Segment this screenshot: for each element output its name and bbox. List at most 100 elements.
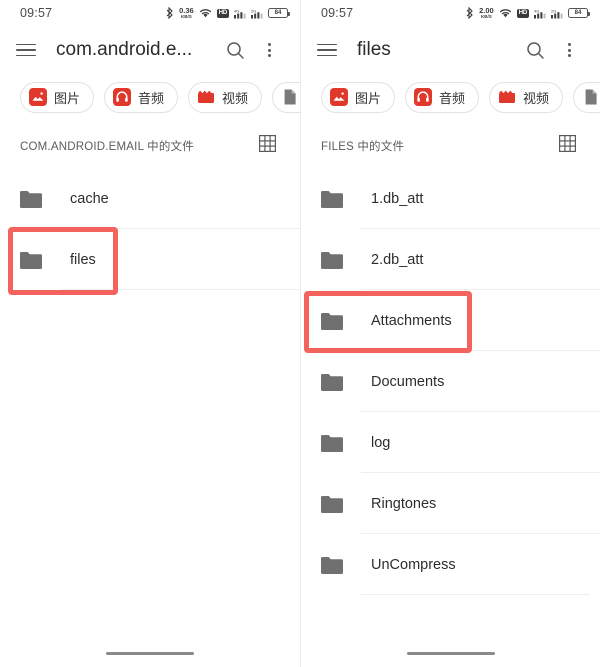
folder-icon xyxy=(321,373,343,391)
svg-text:2G: 2G xyxy=(251,8,256,13)
home-indicator xyxy=(106,651,194,655)
status-icons: 0.36 KB/S HD 4G 2G 84 xyxy=(166,7,290,19)
page-title: files xyxy=(357,39,391,60)
svg-text:4G: 4G xyxy=(234,8,239,13)
chip-video[interactable]: 视频 xyxy=(489,81,564,113)
folder-icon xyxy=(321,556,343,574)
network-speed-indicator: 0.36 KB/S xyxy=(179,7,194,19)
image-icon xyxy=(330,88,348,106)
overflow-menu-icon[interactable] xyxy=(252,33,286,67)
list-item[interactable]: UnCompress xyxy=(301,534,600,595)
list-item[interactable]: Ringtones xyxy=(301,473,600,534)
signal-bars-sim1-icon: 4G xyxy=(234,8,246,19)
list-item-label: Ringtones xyxy=(371,495,437,512)
audio-icon xyxy=(414,88,433,106)
battery-icon: 84 xyxy=(268,8,290,18)
image-icon xyxy=(29,88,47,106)
file-list-right: 1.db_att 2.db_att Attachments Documents xyxy=(301,168,600,595)
dual-screenshot-container: 09:57 0.36 KB/S HD 4G 2G 84 com.android.… xyxy=(0,0,600,667)
svg-text:2G: 2G xyxy=(551,8,556,13)
grid-view-icon[interactable] xyxy=(259,135,277,157)
grid-view-icon[interactable] xyxy=(559,135,577,157)
folder-icon xyxy=(20,190,42,208)
document-icon xyxy=(582,88,600,106)
signal-bars-sim2-icon: 2G xyxy=(551,8,563,19)
chip-label: 音频 xyxy=(138,90,165,106)
list-item-label: log xyxy=(371,434,391,451)
video-icon xyxy=(498,88,516,106)
chip-label: 视频 xyxy=(523,90,550,106)
battery-level: 84 xyxy=(574,10,582,16)
status-clock: 09:57 xyxy=(321,6,354,20)
section-title: FILES 中的文件 xyxy=(321,141,405,153)
folder-icon xyxy=(321,434,343,452)
filter-chip-row: 图片 音频 视频 xyxy=(0,74,300,124)
search-icon[interactable] xyxy=(518,33,552,67)
network-speed-indicator: 2.00 KB/S xyxy=(479,7,494,19)
list-item-label: UnCompress xyxy=(371,556,456,573)
status-clock: 09:57 xyxy=(20,6,53,20)
list-item[interactable]: 2.db_att xyxy=(301,229,600,290)
folder-icon xyxy=(321,495,343,513)
filter-chip-row: 图片 音频 视频 xyxy=(301,74,600,124)
section-title: COM.ANDROID.EMAIL 中的文件 xyxy=(20,141,194,153)
document-icon xyxy=(281,88,299,106)
status-icons: 2.00 KB/S HD 4G 2G 84 xyxy=(466,7,590,19)
hd-volte-icon: HD xyxy=(516,8,529,18)
file-list-left: cache files xyxy=(0,168,300,290)
list-item[interactable]: log xyxy=(301,412,600,473)
chip-label: 图片 xyxy=(355,90,382,106)
list-item[interactable]: Documents xyxy=(301,351,600,412)
list-item[interactable]: 1.db_att xyxy=(301,168,600,229)
battery-level: 84 xyxy=(274,10,282,16)
folder-icon xyxy=(321,251,343,269)
list-item-label: Documents xyxy=(371,373,445,390)
list-item[interactable]: files xyxy=(0,229,300,290)
network-speed-unit: KB/S xyxy=(181,13,192,19)
hamburger-icon[interactable] xyxy=(16,43,36,57)
folder-icon xyxy=(20,251,42,269)
wifi-icon xyxy=(199,8,212,19)
battery-icon: 84 xyxy=(568,8,590,18)
folder-icon xyxy=(321,190,343,208)
home-indicator xyxy=(406,651,495,655)
svg-text:4G: 4G xyxy=(534,8,539,13)
chip-documents[interactable]: 文档 xyxy=(272,81,300,113)
chip-audio[interactable]: 音频 xyxy=(405,81,480,113)
panel-left: 09:57 0.36 KB/S HD 4G 2G 84 com.android.… xyxy=(0,0,300,667)
bluetooth-icon xyxy=(466,7,474,19)
app-toolbar: files xyxy=(301,26,600,74)
audio-icon xyxy=(113,88,132,106)
search-icon[interactable] xyxy=(218,33,252,67)
overflow-menu-icon[interactable] xyxy=(552,33,586,67)
video-icon xyxy=(197,88,215,106)
chip-video[interactable]: 视频 xyxy=(188,81,263,113)
signal-bars-sim2-icon: 2G xyxy=(251,8,263,19)
list-item-label: files xyxy=(70,251,96,268)
chip-label: 图片 xyxy=(54,90,81,106)
list-item-label: 1.db_att xyxy=(371,190,424,207)
hamburger-icon[interactable] xyxy=(317,43,337,57)
folder-icon xyxy=(321,312,343,330)
hd-volte-icon: HD xyxy=(216,8,229,18)
section-header: FILES 中的文件 xyxy=(301,124,600,168)
bluetooth-icon xyxy=(166,7,174,19)
chip-images[interactable]: 图片 xyxy=(20,81,95,113)
chip-label: 视频 xyxy=(222,90,249,106)
app-toolbar: com.android.e... xyxy=(0,26,300,74)
status-bar: 09:57 0.36 KB/S HD 4G 2G 84 xyxy=(0,0,300,26)
chip-label: 音频 xyxy=(439,90,466,106)
list-item[interactable]: Attachments xyxy=(301,290,600,351)
signal-bars-sim1-icon: 4G xyxy=(534,8,546,19)
chip-documents[interactable]: 文档 xyxy=(573,81,600,113)
panel-right: 09:57 2.00 KB/S HD 4G 2G 84 files 图片 音频 … xyxy=(300,0,600,667)
chip-audio[interactable]: 音频 xyxy=(104,81,179,113)
wifi-icon xyxy=(499,8,512,19)
network-speed-unit: KB/S xyxy=(481,13,492,19)
section-header: COM.ANDROID.EMAIL 中的文件 xyxy=(0,124,300,168)
list-item[interactable]: cache xyxy=(0,168,300,229)
chip-images[interactable]: 图片 xyxy=(321,81,396,113)
list-item-label: Attachments xyxy=(371,312,452,329)
list-item-label: 2.db_att xyxy=(371,251,424,268)
page-title: com.android.e... xyxy=(56,39,193,60)
